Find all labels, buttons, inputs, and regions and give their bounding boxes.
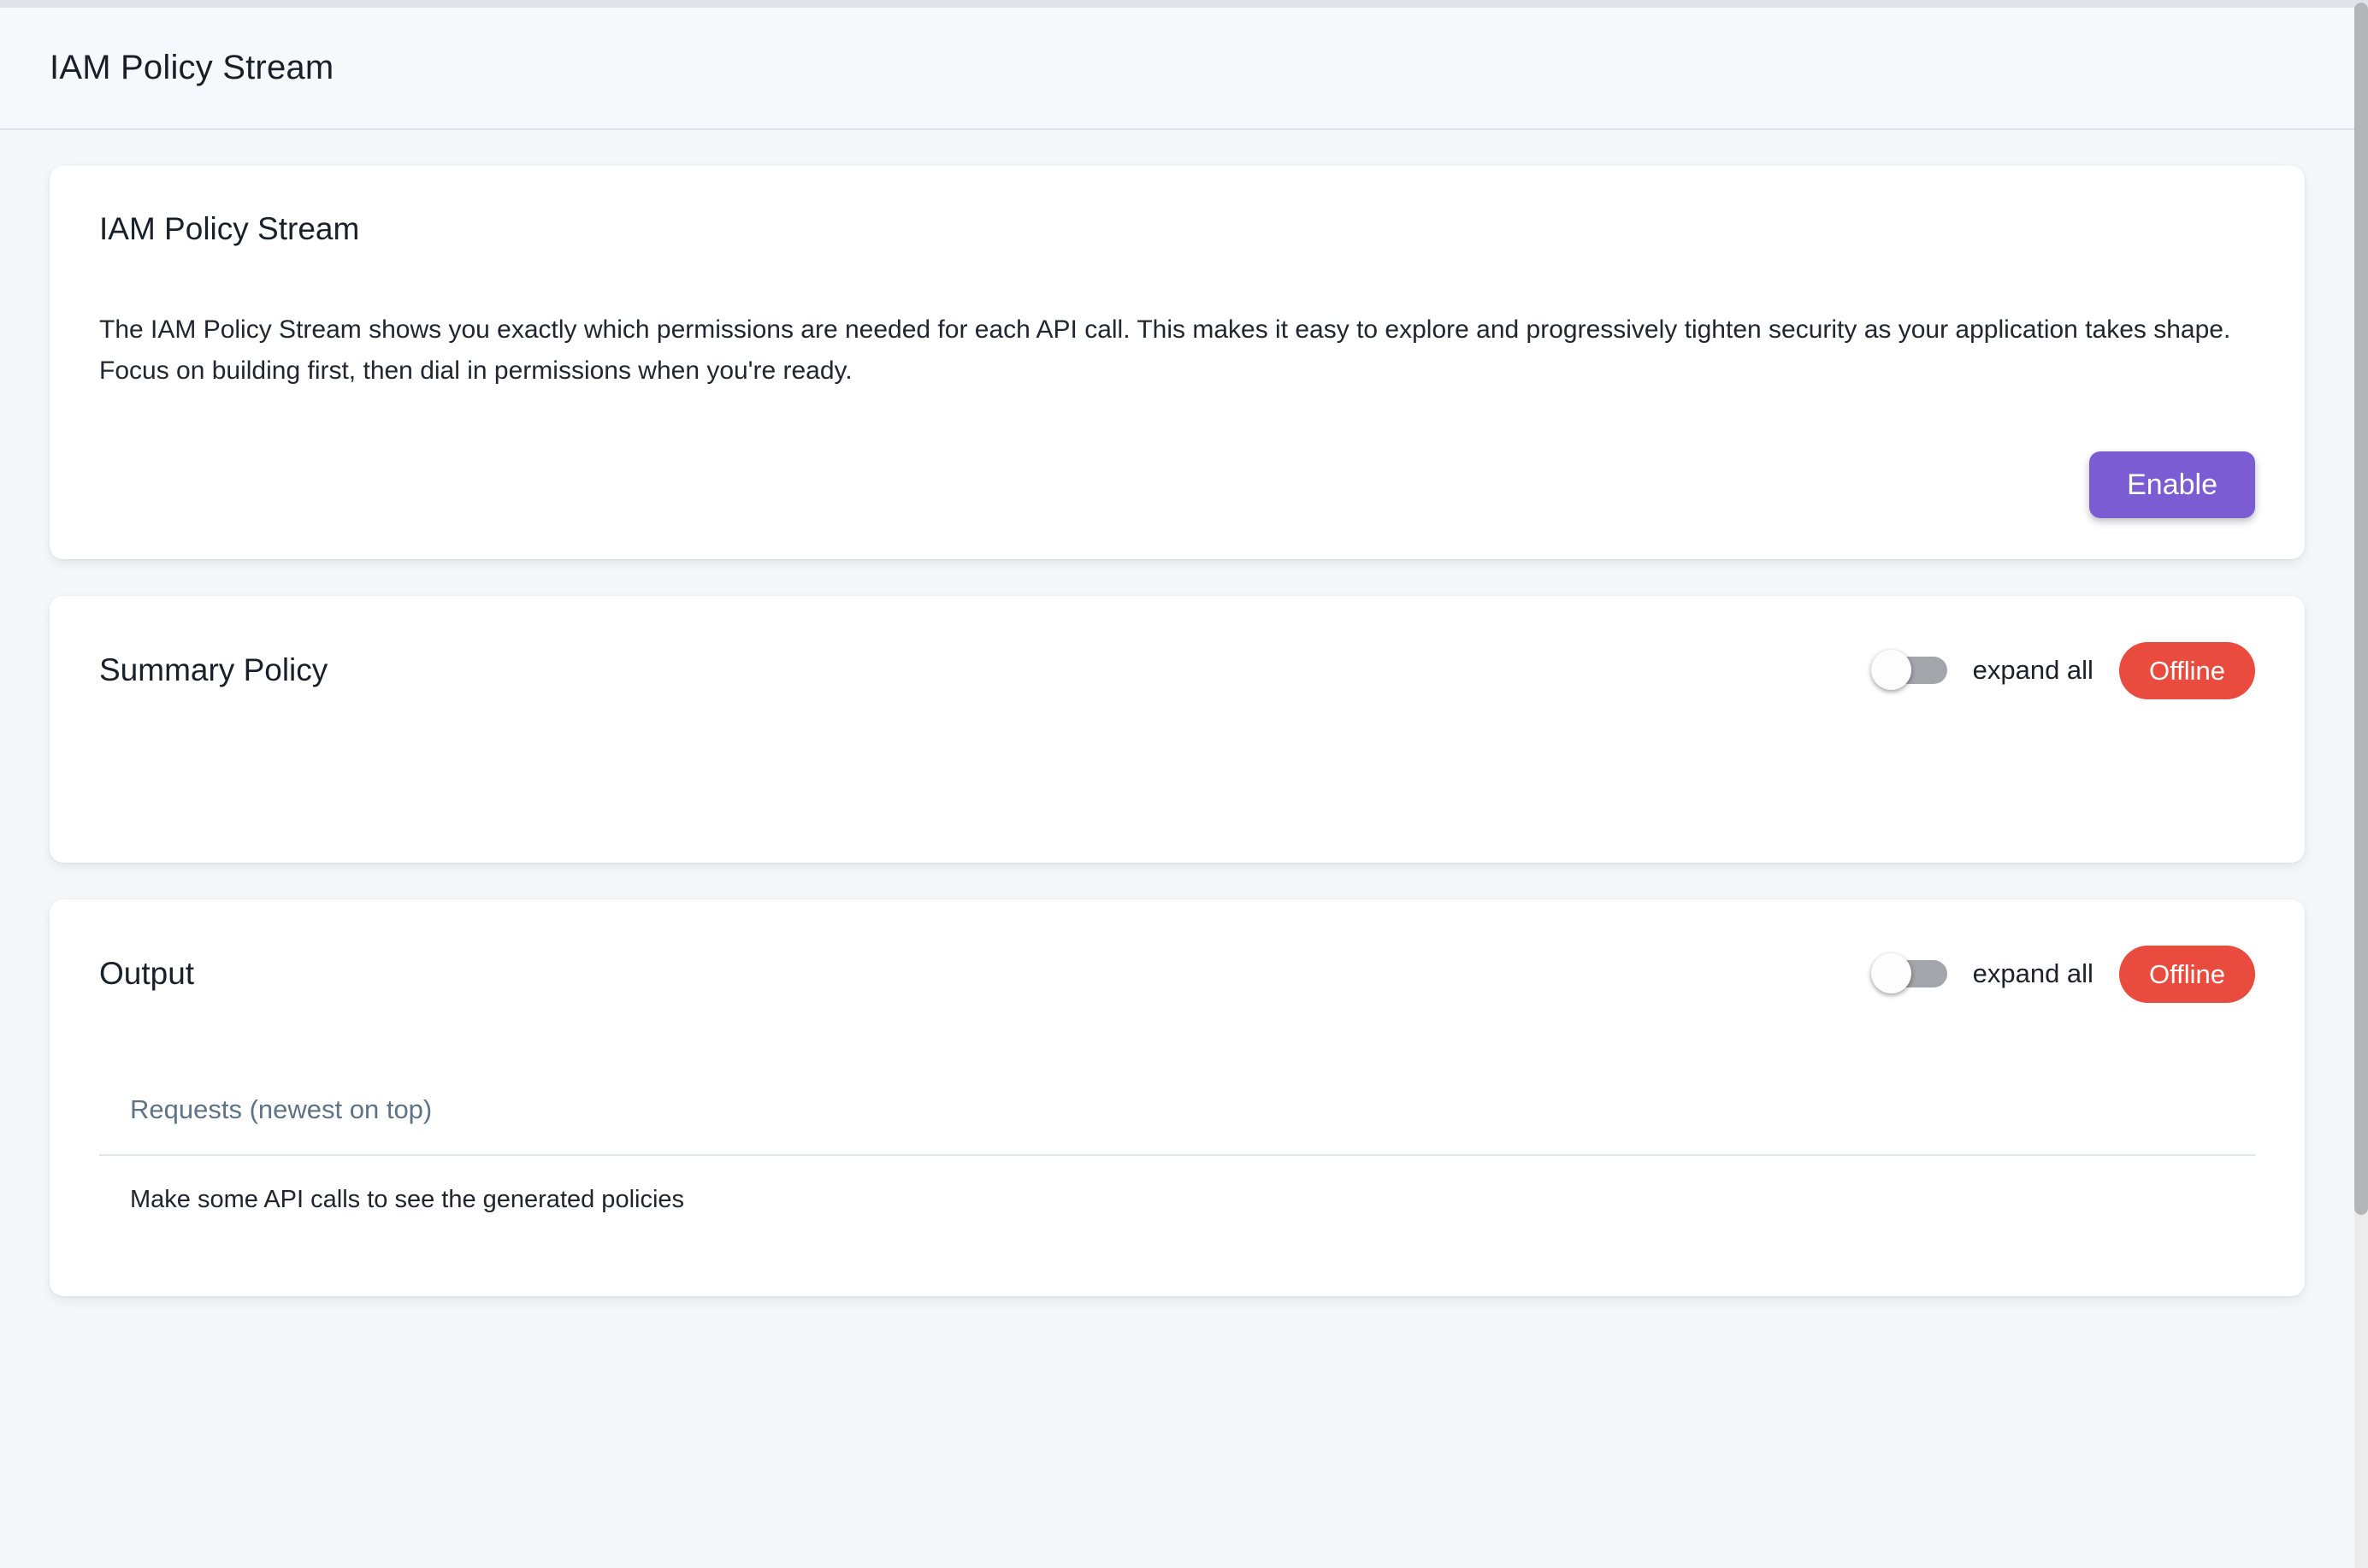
- summary-policy-card: Summary Policy expand all Offline: [50, 596, 2305, 863]
- enable-button[interactable]: Enable: [2089, 451, 2255, 518]
- requests-empty-message: Make some API calls to see the generated…: [99, 1185, 2255, 1214]
- output-expand-all-label: expand all: [1973, 958, 2093, 989]
- toggle-knob: [1871, 650, 1911, 690]
- requests-divider: [99, 1154, 2255, 1156]
- summary-expand-all-toggle[interactable]: [1873, 657, 1947, 684]
- intro-card-actions: Enable: [99, 451, 2255, 518]
- output-card: Output expand all Offline Requests (newe…: [50, 899, 2305, 1296]
- summary-policy-title: Summary Policy: [99, 651, 328, 689]
- summary-status-badge: Offline: [2119, 642, 2255, 699]
- main-content: IAM Policy Stream The IAM Policy Stream …: [0, 130, 2368, 1296]
- scrollbar-thumb[interactable]: [2354, 3, 2368, 1215]
- summary-policy-header: Summary Policy expand all Offline: [99, 640, 2255, 700]
- output-title: Output: [99, 955, 194, 993]
- output-status-badge: Offline: [2119, 946, 2255, 1003]
- page-title: IAM Policy Stream: [50, 49, 334, 87]
- requests-section: Requests (newest on top) Make some API c…: [99, 1094, 2255, 1214]
- toggle-knob: [1871, 953, 1911, 993]
- output-expand-all-toggle[interactable]: [1873, 960, 1947, 987]
- top-strip: [0, 0, 2368, 8]
- output-header: Output expand all Offline: [99, 944, 2255, 1004]
- summary-policy-controls: expand all Offline: [1873, 642, 2255, 699]
- output-controls: expand all Offline: [1873, 946, 2255, 1003]
- page-header: IAM Policy Stream: [0, 8, 2368, 130]
- requests-heading: Requests (newest on top): [99, 1094, 2255, 1125]
- summary-expand-all-label: expand all: [1973, 655, 2093, 686]
- intro-card-description: The IAM Policy Stream shows you exactly …: [99, 309, 2255, 392]
- scrollbar[interactable]: [2354, 8, 2368, 1568]
- intro-card: IAM Policy Stream The IAM Policy Stream …: [50, 166, 2305, 559]
- intro-card-title: IAM Policy Stream: [99, 210, 2255, 248]
